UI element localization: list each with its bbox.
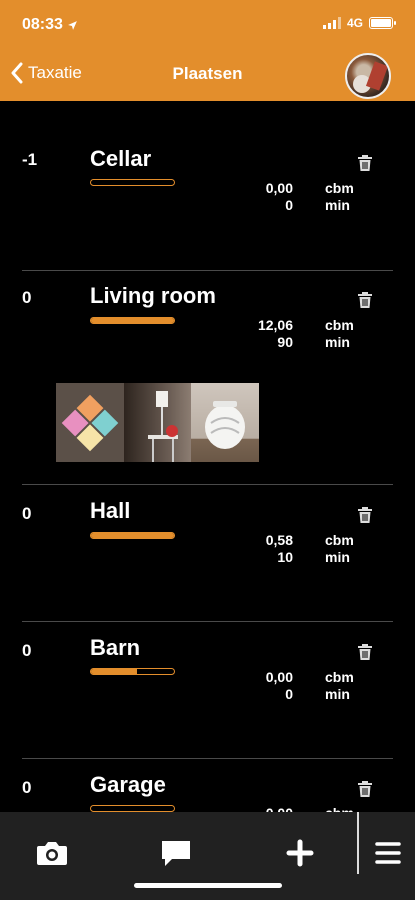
camera-icon [37, 842, 67, 865]
room-values: 0,00 0 [215, 180, 293, 214]
room-index: 0 [22, 288, 32, 307]
trash-icon[interactable] [358, 155, 372, 171]
progress-bar [90, 805, 175, 812]
comment-button[interactable] [158, 838, 194, 868]
time-unit: min [325, 686, 350, 702]
add-button[interactable] [282, 838, 318, 868]
home-indicator[interactable] [134, 883, 282, 888]
network-label: 4G [346, 16, 363, 30]
room-values: 0,00 0 [215, 669, 293, 703]
time-value: 90 [277, 334, 293, 350]
trash-icon[interactable] [358, 644, 372, 660]
progress-bar [90, 317, 175, 324]
room-index: 0 [22, 778, 32, 797]
room-index: -1 [22, 150, 38, 169]
chat-icon [162, 841, 190, 866]
signal-icon [322, 17, 341, 29]
time-unit: min [325, 197, 350, 213]
room-units: cbm min [325, 180, 354, 214]
navigation-bar: Taxatie Plaatsen [0, 48, 415, 101]
time-unit: min [325, 549, 350, 565]
divider [22, 621, 393, 622]
room-name: Hall [90, 498, 131, 523]
volume-value: 0,00 [265, 180, 293, 196]
menu-icon [375, 842, 401, 864]
trash-icon[interactable] [358, 781, 372, 797]
trash-icon[interactable] [358, 507, 372, 523]
progress-bar [90, 532, 175, 539]
photo-thumbnail[interactable] [56, 383, 124, 462]
room-units: cbm min [325, 669, 354, 703]
time-value: 0 [285, 197, 293, 213]
status-time: 08:33 [22, 16, 78, 34]
progress-fill [91, 533, 174, 538]
battery-icon [369, 17, 396, 29]
divider [22, 270, 393, 271]
plus-icon [286, 839, 314, 867]
camera-button[interactable] [34, 838, 70, 868]
divider [22, 484, 393, 485]
room-name: Cellar [90, 146, 152, 171]
location-arrow-icon [68, 20, 77, 30]
volume-unit: cbm [325, 317, 354, 333]
room-index: 0 [22, 641, 32, 660]
status-indicators: 4G [322, 16, 396, 30]
time-unit: min [325, 334, 350, 350]
photo-thumbnail[interactable] [123, 383, 192, 462]
room-index: 0 [22, 504, 32, 523]
app-header: 08:33 4G Taxatie Plaatsen [0, 0, 415, 101]
toolbar-separator [357, 812, 359, 874]
room-values: 0,58 10 [215, 532, 293, 566]
progress-fill [91, 669, 137, 674]
progress-bar [90, 668, 175, 675]
trash-icon[interactable] [358, 292, 372, 308]
room-units: cbm min [325, 317, 354, 351]
volume-value: 0,00 [265, 669, 293, 685]
clock-text: 08:33 [22, 16, 63, 33]
room-name: Living room [90, 283, 216, 308]
divider [22, 758, 393, 759]
volume-unit: cbm [325, 180, 354, 196]
room-name: Garage [90, 772, 166, 797]
room-units: cbm min [325, 532, 354, 566]
progress-bar [90, 179, 175, 186]
time-value: 0 [285, 686, 293, 702]
photo-strip [56, 383, 259, 462]
photo-thumbnail[interactable] [191, 383, 259, 462]
time-value: 10 [277, 549, 293, 565]
volume-value: 0,58 [265, 532, 293, 548]
room-values: 12,06 90 [215, 317, 293, 351]
progress-fill [91, 318, 174, 323]
menu-button[interactable] [370, 838, 406, 868]
status-bar: 08:33 4G [0, 0, 415, 48]
avatar[interactable] [345, 53, 391, 99]
volume-value: 12,06 [257, 317, 293, 333]
room-name: Barn [90, 635, 141, 660]
volume-unit: cbm [325, 669, 354, 685]
volume-unit: cbm [325, 532, 354, 548]
